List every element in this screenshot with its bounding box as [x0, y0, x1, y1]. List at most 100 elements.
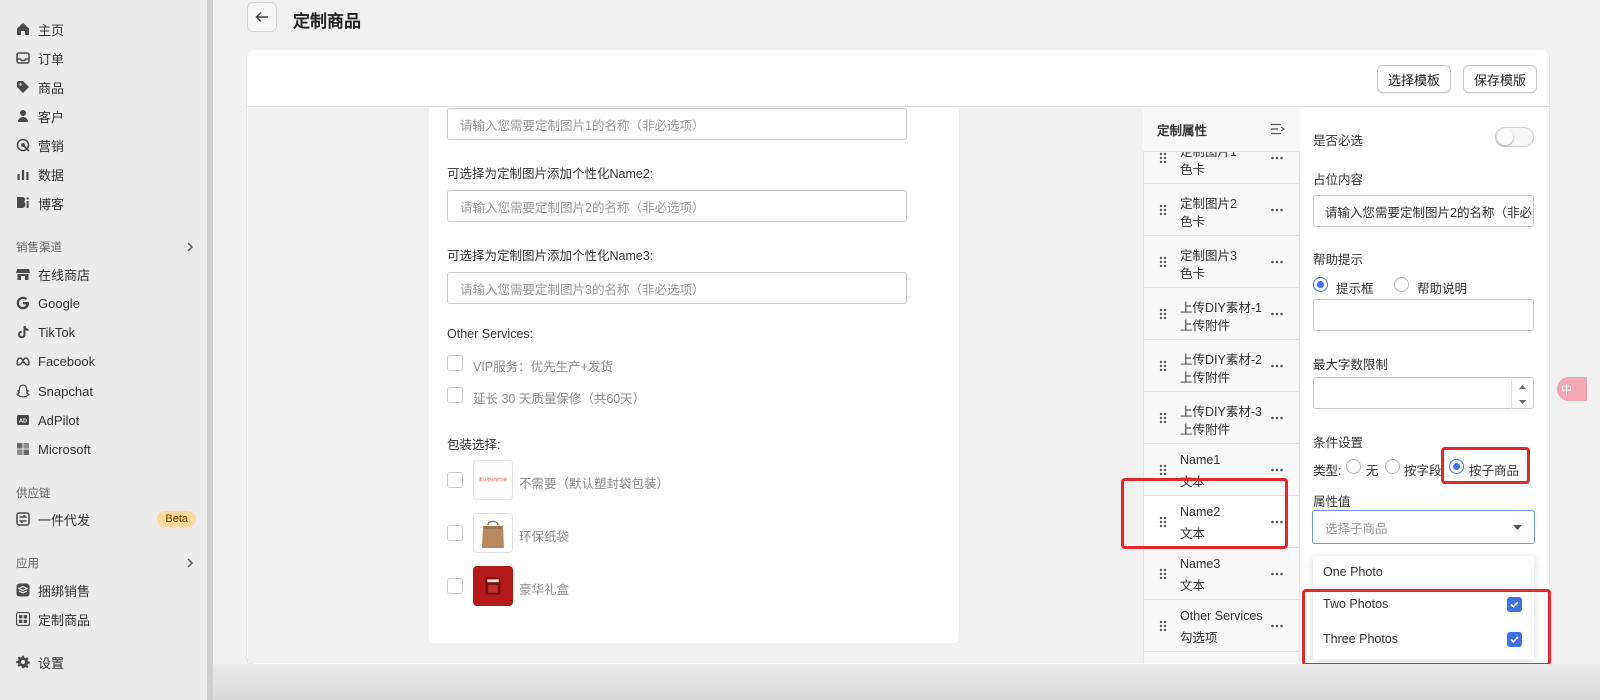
- sidebar-item-label: 设置: [38, 655, 65, 671]
- drag-handle-icon[interactable]: [1159, 412, 1167, 424]
- option-one-photo[interactable]: One Photo: [1323, 565, 1383, 579]
- more-icon[interactable]: [1271, 312, 1283, 315]
- name3-label: 可选择为定制图片添加个性化Name3:: [447, 249, 654, 263]
- packaging-paperbag-checkbox[interactable]: [447, 525, 463, 541]
- placeholder-label: 占位内容: [1313, 173, 1364, 187]
- packaging-none-checkbox[interactable]: [447, 472, 463, 488]
- placeholder-input[interactable]: 请输入您需要定制图片2的名称（非必选项）: [1313, 195, 1534, 227]
- attribute-item[interactable]: 上传DIY素材-1 上传附件: [1144, 288, 1299, 340]
- subproduct-select[interactable]: 选择子商品: [1312, 510, 1535, 544]
- caret-down-icon: [1513, 524, 1522, 530]
- thumb-text: 默认塑封袋包装: [479, 477, 507, 482]
- drag-handle-icon[interactable]: [1159, 568, 1167, 580]
- sidebar-item-label: 博客: [38, 196, 65, 212]
- chevron-right-icon: [186, 558, 194, 568]
- vip-service-checkbox[interactable]: [447, 355, 463, 371]
- sidebar-item-products[interactable]: 商品: [16, 76, 196, 98]
- packaging-none-label: 不需要（默认塑封袋包装）: [519, 477, 670, 491]
- sidebar-item-microsoft[interactable]: Microsoft: [16, 438, 196, 460]
- sidebar-item-dropship[interactable]: 一件代发 Beta: [16, 508, 196, 530]
- more-icon[interactable]: [1271, 260, 1283, 263]
- attribute-name: 上传DIY素材-2: [1180, 353, 1262, 367]
- sidebar-item-custom-product[interactable]: 定制商品: [16, 608, 196, 630]
- increment-icon[interactable]: [1511, 379, 1533, 394]
- sales-channels-section[interactable]: 销售渠道: [16, 239, 194, 255]
- window-bottom-edge: [213, 664, 1600, 700]
- more-icon[interactable]: [1271, 416, 1283, 419]
- drag-handle-icon[interactable]: [1159, 464, 1167, 476]
- sidebar-item-label: 数据: [38, 167, 65, 183]
- condition-none-radio[interactable]: [1346, 459, 1361, 474]
- sidebar-item-adpilot[interactable]: AD AdPilot: [16, 409, 196, 431]
- save-template-button[interactable]: 保存模版: [1463, 65, 1538, 93]
- condition-type-label: 类型:: [1313, 464, 1342, 478]
- name1-input[interactable]: 请输入您需要定制图片1的名称（非必选项）: [447, 108, 907, 140]
- more-icon[interactable]: [1271, 364, 1283, 367]
- more-icon[interactable]: [1271, 572, 1283, 575]
- maxlen-stepper[interactable]: [1511, 379, 1533, 409]
- drag-handle-icon[interactable]: [1159, 256, 1167, 268]
- attribute-item[interactable]: Other Services 勾选项: [1144, 600, 1299, 652]
- more-icon[interactable]: [1271, 624, 1283, 627]
- attribute-name: 定制图片3: [1180, 249, 1237, 263]
- attribute-item[interactable]: Name3 文本: [1144, 548, 1299, 600]
- name3-input[interactable]: 请输入您需要定制图片3的名称（非必选项）: [447, 272, 907, 304]
- drag-handle-icon[interactable]: [1159, 360, 1167, 372]
- sidebar-item-label: 捆绑销售: [38, 583, 91, 599]
- sidebar-item-online-store[interactable]: 在线商店: [16, 263, 196, 285]
- sidebar-item-orders[interactable]: 订单: [16, 47, 196, 69]
- attribute-type: 文本: [1180, 579, 1206, 593]
- more-icon[interactable]: [1271, 156, 1283, 159]
- sidebar-item-analytics[interactable]: 数据: [16, 163, 196, 185]
- sidebar-item-snapchat[interactable]: Snapchat: [16, 380, 196, 402]
- required-label: 是否必选: [1313, 134, 1364, 148]
- maxlen-input[interactable]: [1313, 377, 1534, 409]
- name2-input[interactable]: 请输入您需要定制图片2的名称（非必选项）: [447, 190, 907, 222]
- sidebar-item-marketing[interactable]: 营销: [16, 134, 196, 156]
- help-text-input[interactable]: [1313, 299, 1534, 331]
- drag-handle-icon[interactable]: [1159, 308, 1167, 320]
- apps-section[interactable]: 应用: [16, 555, 194, 571]
- attribute-item[interactable]: 定制图片3 色卡: [1144, 236, 1299, 288]
- drag-handle-icon[interactable]: [1159, 620, 1167, 632]
- packaging-giftbox-checkbox[interactable]: [447, 578, 463, 594]
- attribute-name: Name1: [1180, 453, 1221, 467]
- sidebar-item-google[interactable]: Google: [16, 292, 196, 314]
- sidebar-item-bundles[interactable]: 捆绑销售: [16, 579, 196, 601]
- required-toggle[interactable]: [1495, 127, 1534, 147]
- more-icon[interactable]: [1271, 208, 1283, 211]
- arrow-left-icon: [255, 11, 269, 23]
- sidebar-item-customers[interactable]: 客户: [16, 105, 196, 127]
- floating-language-button[interactable]: 中: [1557, 377, 1587, 401]
- sidebar-item-facebook[interactable]: Facebook: [16, 350, 196, 372]
- highlight-box: [1121, 478, 1288, 549]
- warranty-label: 延长 30 天质量保修（共60天）: [473, 392, 646, 406]
- highlight-box: [1441, 447, 1530, 484]
- help-description-radio[interactable]: [1394, 277, 1409, 292]
- attribute-list-title: 定制属性: [1157, 124, 1208, 138]
- warranty-checkbox[interactable]: [447, 387, 463, 403]
- decrement-icon[interactable]: [1511, 394, 1533, 409]
- gear-icon: [16, 655, 30, 669]
- page-title: 定制商品: [293, 12, 361, 31]
- drag-handle-icon[interactable]: [1159, 204, 1167, 216]
- back-button[interactable]: [247, 2, 277, 32]
- attribute-type: 色卡: [1180, 215, 1206, 229]
- sidebar-item-settings[interactable]: 设置: [16, 651, 196, 673]
- attribute-item[interactable]: 定制图片2 色卡: [1144, 184, 1299, 236]
- condition-field-radio[interactable]: [1385, 459, 1400, 474]
- sidebar-item-home[interactable]: 主页: [16, 18, 196, 40]
- supply-chain-section: 供应链: [16, 485, 194, 501]
- attribute-item[interactable]: 上传DIY素材-3 上传附件: [1144, 392, 1299, 444]
- drag-handle-icon[interactable]: [1159, 152, 1167, 164]
- sidebar-item-blog[interactable]: 博客: [16, 192, 196, 214]
- paper-bag-image: [473, 513, 513, 553]
- collapse-panel-icon[interactable]: [1270, 123, 1285, 135]
- sidebar-scrollbar[interactable]: [207, 0, 213, 700]
- attribute-item[interactable]: 上传DIY素材-2 上传附件: [1144, 340, 1299, 392]
- help-tooltip-radio[interactable]: [1313, 277, 1328, 292]
- sidebar-item-label: AdPilot: [38, 412, 80, 428]
- choose-template-button[interactable]: 选择模板: [1377, 65, 1452, 93]
- sidebar-item-tiktok[interactable]: TikTok: [16, 321, 196, 343]
- more-icon[interactable]: [1271, 468, 1283, 471]
